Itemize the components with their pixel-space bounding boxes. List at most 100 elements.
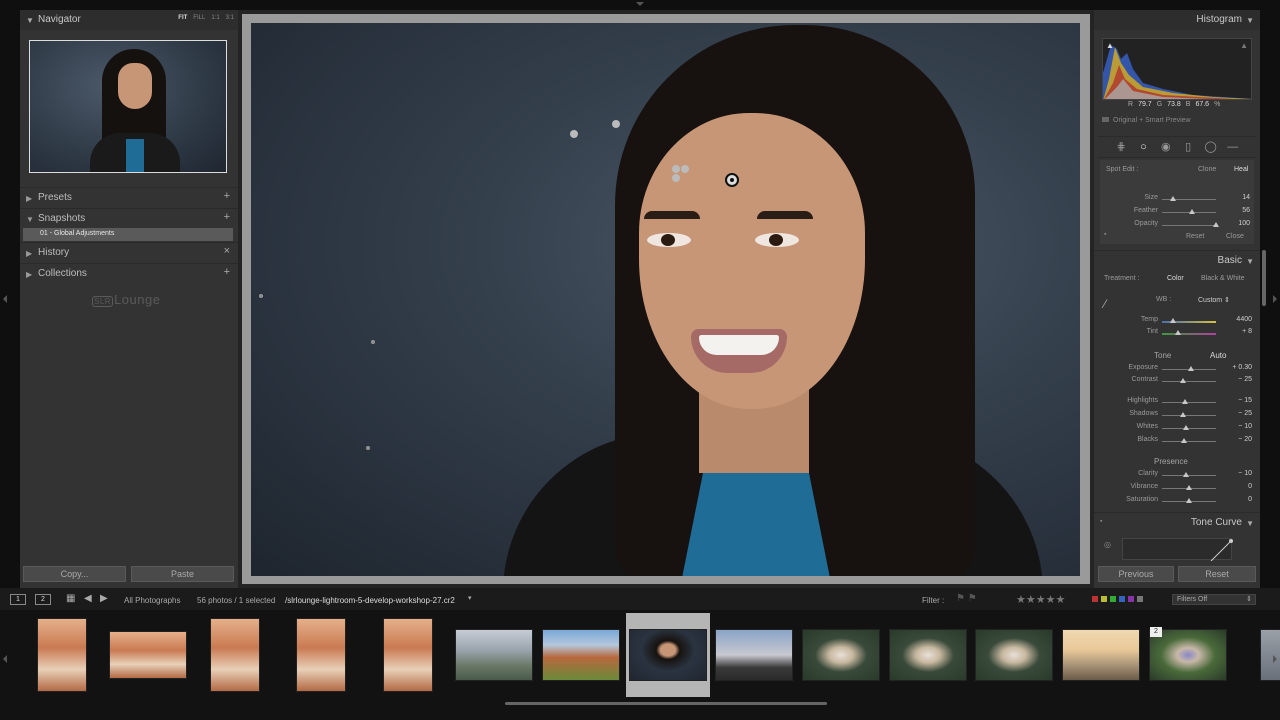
snapshots-header[interactable]: ▼ Snapshots + (20, 208, 238, 228)
spot-pin[interactable] (259, 294, 263, 298)
treatment-color[interactable]: Color (1167, 275, 1184, 282)
spot-pin[interactable] (672, 165, 680, 173)
presence-slider-thumb[interactable] (1183, 472, 1190, 477)
back-arrow-icon[interactable]: ◀ (84, 593, 92, 604)
spot-close-button[interactable]: Close (1226, 233, 1244, 240)
filmstrip-thumbnail[interactable] (383, 618, 433, 692)
spot-pin[interactable] (612, 120, 620, 128)
tone-range-slider-thumb[interactable] (1183, 425, 1190, 430)
wb-select[interactable]: Custom ⇕ (1198, 296, 1230, 304)
targeted-adjustment-icon[interactable]: ◎ (1104, 540, 1111, 549)
snapshot-item[interactable]: 01 - Global Adjustments (23, 228, 233, 241)
filmstrip-cell[interactable] (712, 613, 796, 697)
filmstrip-cell[interactable] (626, 613, 710, 697)
tone-curve-header[interactable]: ▪ Tone Curve ▼ (1094, 512, 1260, 532)
presence-value[interactable]: 0 (1222, 496, 1252, 503)
presence-value[interactable]: 0 (1222, 483, 1252, 490)
tone-curve-switch-icon[interactable]: ▪ (1100, 518, 1102, 525)
spot-value[interactable]: 100 (1220, 220, 1250, 227)
filmstrip-thumbnail[interactable] (109, 631, 187, 679)
tone-range-slider-thumb[interactable] (1179, 412, 1186, 417)
zoom-fit[interactable]: FIT (178, 15, 187, 21)
presence-slider-thumb[interactable] (1186, 485, 1192, 490)
add-collection-icon[interactable]: + (224, 266, 230, 278)
filmstrip-thumbnail[interactable] (296, 618, 346, 692)
filename-dropdown-icon[interactable]: ▾ (468, 594, 472, 602)
clear-history-icon[interactable]: × (224, 245, 230, 257)
spot-pin[interactable] (681, 165, 689, 173)
forward-arrow-icon[interactable]: ▶ (100, 593, 108, 604)
tone-range-slider-thumb[interactable] (1182, 399, 1189, 404)
treatment-bw[interactable]: Black & White (1201, 275, 1245, 282)
filmstrip-thumbnail[interactable] (1062, 629, 1140, 681)
tone-range-value[interactable]: − 15 (1222, 397, 1252, 404)
filmstrip-thumbnail[interactable] (37, 618, 87, 692)
crop-icon[interactable]: ⋕ (1115, 141, 1127, 153)
wb-slider[interactable] (1162, 333, 1216, 335)
heal-option[interactable]: Heal (1234, 166, 1248, 173)
current-filename[interactable]: /slrlounge-lightroom-5-develop-workshop-… (285, 596, 455, 605)
spot-slider[interactable] (1162, 225, 1216, 226)
paste-button[interactable]: Paste (131, 566, 234, 582)
spot-slider-thumb[interactable] (1169, 196, 1176, 201)
presets-header[interactable]: ▶ Presets + (20, 187, 238, 207)
rating-filter[interactable]: ★★★★★ (1016, 593, 1065, 606)
filmstrip-scrollbar[interactable] (505, 702, 827, 705)
filmstrip-thumbnail[interactable] (802, 629, 880, 681)
spot-value[interactable]: 14 (1220, 194, 1250, 201)
filmstrip-cell[interactable] (106, 613, 190, 697)
right-panel-scrollbar[interactable] (1262, 250, 1266, 306)
color-label-filter[interactable] (1092, 596, 1143, 602)
hide-top-panel-arrow-icon[interactable] (636, 2, 644, 6)
tone-slider-thumb[interactable] (1179, 378, 1186, 383)
hide-left-panel-arrow-icon[interactable] (3, 295, 7, 303)
stack-count-badge[interactable]: 2 (1150, 627, 1162, 637)
filmstrip-cell[interactable] (972, 613, 1056, 697)
tone-curve-graph[interactable] (1122, 538, 1233, 562)
zoom-fill[interactable]: FILL (193, 15, 205, 21)
filmstrip-cell[interactable] (886, 613, 970, 697)
spot-slider-thumb[interactable] (1213, 222, 1219, 227)
zoom-1-1[interactable]: 1:1 (211, 15, 219, 21)
filmstrip-cell[interactable] (452, 613, 536, 697)
histogram-graph[interactable]: ▲ ▲ (1102, 38, 1252, 100)
radial-filter-icon[interactable]: ◯ (1204, 141, 1216, 153)
histogram-header[interactable]: Histogram ▼ (1094, 10, 1260, 30)
previous-button[interactable]: Previous (1098, 566, 1174, 582)
filmstrip-cell[interactable] (799, 613, 883, 697)
wb-slider-thumb[interactable] (1175, 330, 1182, 335)
filmstrip-cell[interactable] (279, 613, 363, 697)
tone-range-value[interactable]: − 20 (1222, 436, 1252, 443)
zoom-3-1[interactable]: 3:1 (226, 15, 234, 21)
filmstrip-cell[interactable] (539, 613, 623, 697)
tone-range-value[interactable]: − 25 (1222, 410, 1252, 417)
spot-pin[interactable] (570, 130, 578, 138)
filmstrip-thumbnail[interactable] (455, 629, 533, 681)
presence-value[interactable]: − 10 (1222, 470, 1252, 477)
gray-label-chip[interactable] (1137, 596, 1143, 602)
filmstrip-thumbnail[interactable] (210, 618, 260, 692)
spot-removal-icon[interactable]: ○ (1137, 141, 1149, 153)
navigator-preview[interactable] (29, 40, 227, 173)
red-label-chip[interactable] (1092, 596, 1098, 602)
filmstrip-thumbnail[interactable] (889, 629, 967, 681)
reset-button[interactable]: Reset (1178, 566, 1256, 582)
active-spot-pin[interactable] (725, 173, 739, 187)
copy-button[interactable]: Copy... (23, 566, 126, 582)
wb-slider-thumb[interactable] (1169, 318, 1176, 323)
filmstrip-left-arrow-icon[interactable] (3, 655, 7, 663)
tone-slider[interactable] (1162, 381, 1216, 382)
clone-option[interactable]: Clone (1198, 166, 1216, 173)
spot-pin[interactable] (366, 446, 370, 450)
wb-value[interactable]: 4400 (1222, 316, 1252, 323)
filmstrip-cell[interactable] (366, 613, 450, 697)
tone-range-slider-thumb[interactable] (1180, 438, 1187, 443)
hide-right-panel-arrow-icon[interactable] (1273, 295, 1277, 303)
auto-tone-button[interactable]: Auto (1210, 351, 1226, 360)
filter-preset-select[interactable]: Filters Off ⇕ (1172, 594, 1256, 605)
purple-label-chip[interactable] (1128, 596, 1134, 602)
filmstrip-right-arrow-icon[interactable] (1273, 655, 1277, 663)
adjustment-brush-icon[interactable]: — (1227, 141, 1239, 153)
tone-range-value[interactable]: − 10 (1222, 423, 1252, 430)
filmstrip-cell[interactable] (1059, 613, 1143, 697)
